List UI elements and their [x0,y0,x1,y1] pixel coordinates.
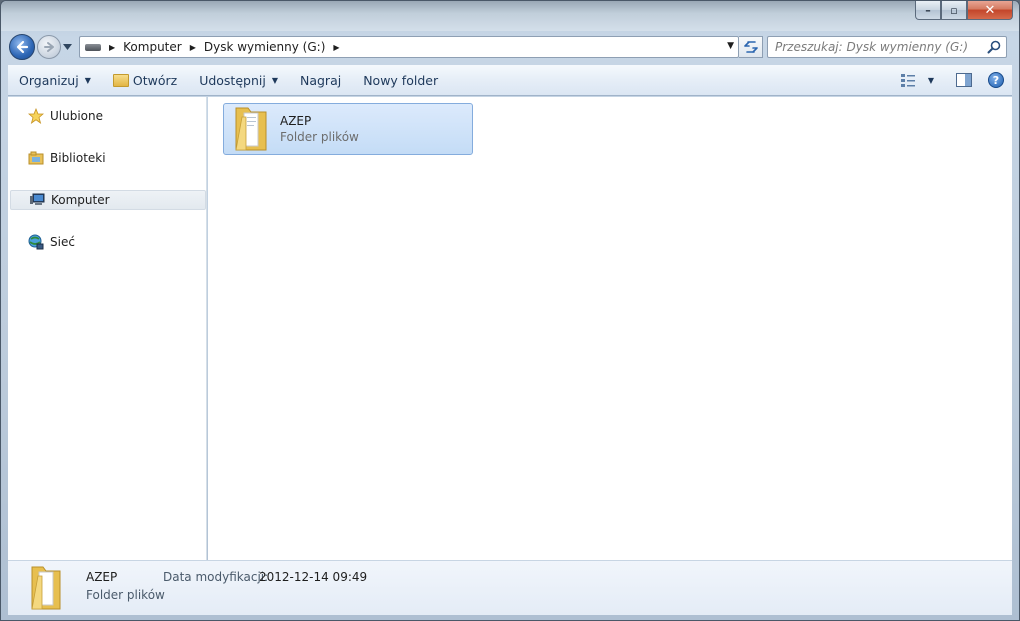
breadcrumb-computer[interactable]: Komputer [123,40,182,54]
drive-icon [85,43,101,51]
nav-item-computer[interactable]: Komputer [10,190,206,210]
folder-icon [235,107,267,151]
open-folder-icon [112,73,129,87]
details-pane: AZEP Folder plików Data modyfikacji: 201… [8,560,1012,615]
organize-menu-button[interactable]: Organizuj ▼ [8,65,102,95]
libraries-icon [28,150,44,166]
folder-icon [31,566,61,610]
share-label: Udostępnij [199,72,266,88]
details-modified-label: Data modyfikacji: [163,570,269,584]
computer-icon [29,192,45,208]
breadcrumb-separator-icon[interactable]: ▶ [109,43,115,52]
address-history-dropdown-icon[interactable]: ▼ [727,41,734,51]
title-bar[interactable] [1,1,1019,31]
help-button[interactable]: ? [980,68,1012,92]
folder-name: AZEP [280,114,312,128]
folder-type: Folder plików [280,130,359,144]
address-bar[interactable]: ▶ Komputer ▶ Dysk wymienny (G:) ▶ ▼ [79,36,739,58]
recent-pages-button[interactable] [61,37,73,57]
network-icon [28,234,44,250]
breadcrumb-separator-icon[interactable]: ▶ [190,43,196,52]
nav-item-label: Biblioteki [50,151,106,165]
details-item-name: AZEP [86,570,118,584]
preview-pane-button[interactable] [948,68,980,92]
help-icon: ? [988,72,1004,88]
open-label: Otwórz [132,72,178,88]
new-folder-label: Nowy folder [363,72,439,88]
nav-item-label: Ulubione [50,109,104,123]
navigation-row: ▶ Komputer ▶ Dysk wymienny (G:) ▶ ▼ [9,33,1011,61]
folder-tile-azep[interactable]: AZEP Folder plików [223,103,473,155]
burn-label: Nagraj [299,72,342,88]
change-view-button[interactable] [892,68,924,92]
chevron-down-icon: ▼ [84,75,91,85]
refresh-button[interactable] [739,36,763,58]
search-box[interactable] [767,36,1007,58]
preview-pane-icon [956,73,972,87]
chevron-down-icon: ▼ [927,75,935,85]
explorer-window: – ▫ ✕ ▶ Komputer ▶ Dysk wymienny (G:) ▶ … [0,0,1020,621]
nav-item-network[interactable]: Sieć [10,232,206,252]
caption-buttons: – ▫ ✕ [915,1,1013,20]
organize-label: Organizuj [19,72,79,88]
search-icon[interactable] [987,40,1001,54]
nav-item-label: Komputer [51,193,110,207]
open-button[interactable]: Otwórz [102,65,188,95]
close-button[interactable]: ✕ [967,1,1013,20]
refresh-icon [743,41,758,53]
chevron-down-icon: ▼ [271,75,278,85]
command-bar-right: ▼ ? [892,68,1012,92]
star-icon [28,108,44,124]
details-modified-value: 2012-12-14 09:49 [259,570,368,584]
breadcrumb-separator-icon[interactable]: ▶ [333,43,339,52]
view-options-icon [901,74,915,87]
breadcrumb-drive[interactable]: Dysk wymienny (G:) [204,40,326,54]
maximize-button[interactable]: ▫ [941,1,967,20]
arrow-right-icon [44,42,54,52]
nav-item-label: Sieć [50,235,75,249]
view-menu-button[interactable]: ▼ [924,68,938,92]
forward-button[interactable] [37,35,61,59]
command-bar: Organizuj ▼ Otwórz Udostępnij ▼ Nagraj N… [8,65,1012,96]
navigation-pane: Ulubione Biblioteki Komputer Sieć [8,97,207,560]
file-list[interactable]: AZEP Folder plików [208,97,1012,560]
chevron-down-icon [62,44,72,50]
minimize-button[interactable]: – [915,1,941,20]
back-button[interactable] [9,34,35,60]
burn-button[interactable]: Nagraj [289,65,352,95]
share-menu-button[interactable]: Udostępnij ▼ [188,65,289,95]
new-folder-button[interactable]: Nowy folder [352,65,449,95]
search-input[interactable] [775,40,985,54]
nav-item-favorites[interactable]: Ulubione [10,106,206,126]
details-item-type: Folder plików [86,588,165,602]
nav-item-libraries[interactable]: Biblioteki [10,148,206,168]
arrow-left-icon [16,40,29,54]
